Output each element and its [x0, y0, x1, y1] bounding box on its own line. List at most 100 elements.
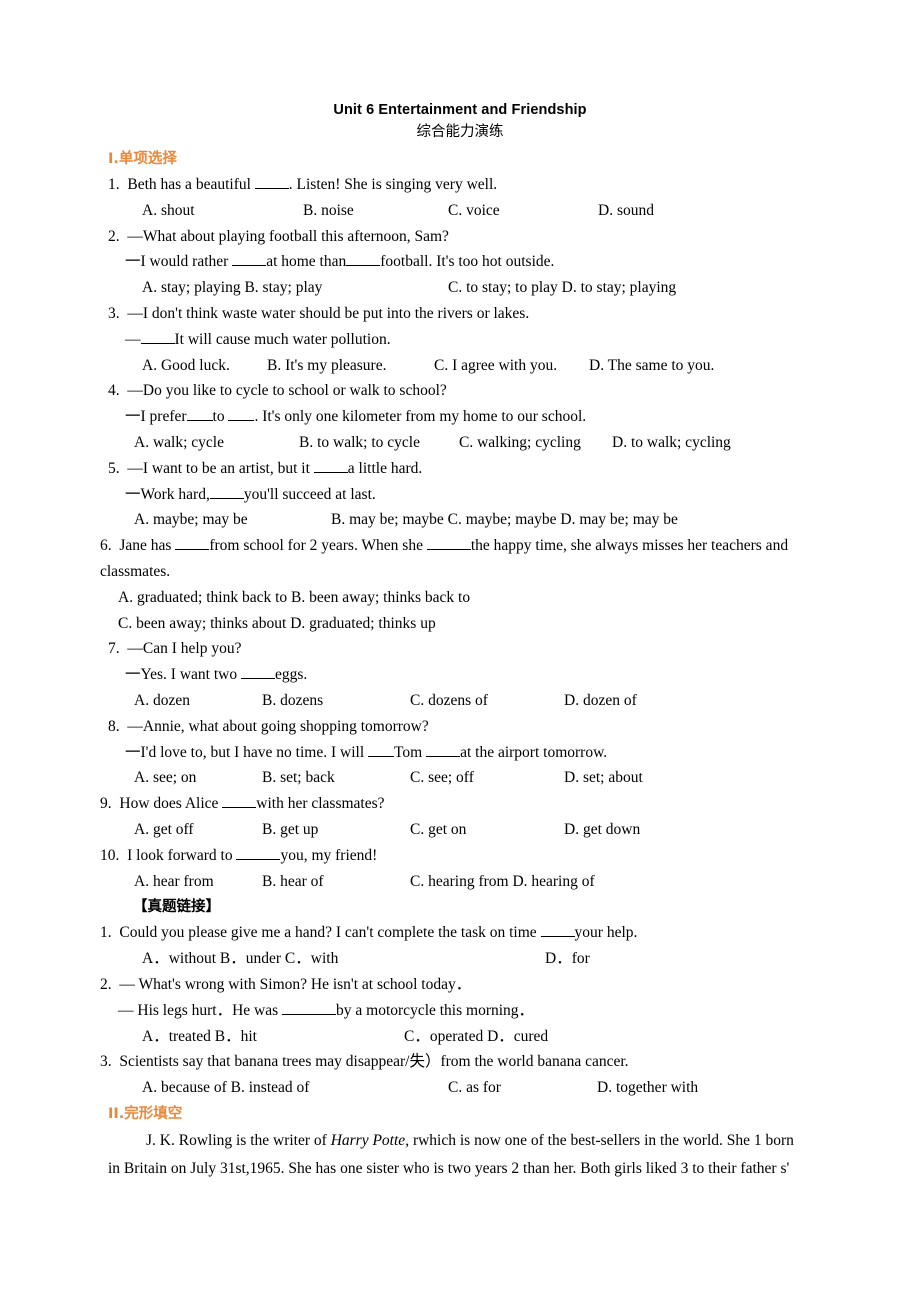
- question-2-reply-c: football. It's too hot outside.: [380, 253, 555, 271]
- answer-blank[interactable]: [240, 665, 275, 680]
- option-b[interactable]: B. get up: [262, 817, 410, 843]
- option-c[interactable]: C. dozens of: [410, 688, 564, 714]
- question-6-number: 6.: [100, 537, 112, 555]
- answer-blank[interactable]: [140, 330, 175, 344]
- cloze-paragraph: J. K. Rowling is the writer of Harry Pot…: [0, 1127, 920, 1183]
- page-title: Unit 6 Entertainment and Friendship: [333, 102, 587, 118]
- option-c[interactable]: C. voice: [448, 198, 598, 224]
- answer-blank[interactable]: [282, 1001, 337, 1015]
- question-4-options: A. walk; cycle B. to walk; to cycle C. wal…: [0, 430, 920, 456]
- option-d[interactable]: D. The same to you.: [589, 357, 714, 374]
- option-ab[interactable]: A. graduated; think back to B. been away…: [118, 589, 470, 606]
- answer-blank[interactable]: [426, 536, 471, 551]
- question-8-reply-c: at the airport tomorrow.: [460, 743, 608, 761]
- answer-blank[interactable]: [426, 743, 461, 757]
- answer-blank[interactable]: [186, 407, 213, 422]
- option-d[interactable]: D. get down: [564, 821, 640, 838]
- exam-q1-text-a: Could you please give me a hand? I can't…: [119, 924, 541, 942]
- answer-blank[interactable]: [175, 536, 210, 551]
- question-2-text: —What about playing football this aftern…: [127, 227, 449, 245]
- question-1-options: A. shout B. noise C. voice D. sound: [0, 198, 920, 224]
- option-a[interactable]: A. hear from: [134, 869, 262, 895]
- question-1-text-a: Beth has a beautiful: [127, 176, 255, 193]
- option-bcd[interactable]: B. may be; maybe C. maybe; maybe D. may …: [331, 511, 678, 528]
- question-7-options: A. dozen B. dozens C. dozens of D. dozen of: [0, 688, 920, 714]
- option-b[interactable]: B. hear of: [262, 869, 410, 895]
- question-3-options: A. Good luck. B. It's my pleasure. C. I ag…: [0, 353, 920, 379]
- question-6-stem: 6. Jane has from school for 2 years. Whe…: [0, 533, 920, 585]
- exam-q2-reply-a: — His legs hurt．He was: [118, 1001, 283, 1019]
- option-c[interactable]: C. as for: [448, 1075, 597, 1101]
- option-b[interactable]: B. noise: [303, 198, 448, 224]
- answer-blank[interactable]: [209, 485, 244, 499]
- question-10-stem: 10. I look forward to you, my friend!: [0, 843, 920, 869]
- option-d[interactable]: D. set; about: [564, 769, 643, 786]
- question-1-stem: 1. Beth has a beautiful . Listen! She is…: [0, 172, 920, 198]
- option-b[interactable]: B. It's my pleasure.: [267, 353, 434, 379]
- answer-blank[interactable]: [228, 407, 255, 422]
- exam-q2-number: 2.: [100, 975, 112, 993]
- option-a[interactable]: A. walk; cycle: [134, 430, 299, 456]
- exam-q3-number: 3.: [100, 1053, 112, 1071]
- answer-blank[interactable]: [540, 923, 575, 938]
- question-3-reply: — It will cause much water pollution.: [0, 327, 920, 353]
- answer-blank[interactable]: [254, 175, 289, 189]
- option-b[interactable]: B. dozens: [262, 688, 410, 714]
- option-d[interactable]: D. to walk; cycling: [612, 434, 731, 451]
- answer-blank[interactable]: [236, 846, 281, 860]
- option-b[interactable]: B. set; back: [262, 765, 410, 791]
- option-cd[interactable]: C. been away; thinks about D. graduated;…: [118, 615, 436, 632]
- question-2-reply-b: at home than: [266, 253, 347, 271]
- answer-blank[interactable]: [368, 743, 394, 757]
- option-c[interactable]: C. get on: [410, 817, 564, 843]
- question-5-reply-a: 一Work hard,: [125, 485, 210, 503]
- document-content: Unit 6 Entertainment and Friendship 综合能力…: [0, 0, 920, 1183]
- question-2-reply-a: 一I would rather: [125, 253, 233, 271]
- option-cd[interactable]: C. to stay; to play D. to stay; playing: [448, 279, 676, 296]
- question-5-text-a: —I want to be an artist, but it: [127, 459, 314, 477]
- question-2-reply: 一I would rather at home than football. It…: [0, 249, 920, 275]
- option-ab[interactable]: A．treated B．hit: [142, 1024, 404, 1050]
- option-cd[interactable]: C．operated D．cured: [404, 1028, 548, 1045]
- answer-blank[interactable]: [346, 252, 381, 267]
- answer-blank[interactable]: [232, 252, 267, 267]
- question-4-reply: 一I prefer to . It's only one kilometer fr…: [0, 404, 920, 430]
- option-c[interactable]: C. see; off: [410, 765, 564, 791]
- question-4-reply-c: . It's only one kilometer from my home t…: [254, 408, 587, 426]
- exam-q2-stem: 2. — What's wrong with Simon? He isn't a…: [0, 972, 920, 998]
- question-8-reply-a: 一I'd love to, but I have no time. I will: [125, 743, 368, 761]
- question-8-options: A. see; on B. set; back C. see; off D. set;…: [0, 765, 920, 791]
- section-heading-1: I.单项选择: [108, 151, 177, 167]
- option-a[interactable]: A. shout: [142, 198, 303, 224]
- section-heading-2: II.完形填空: [108, 1105, 183, 1122]
- question-1-number: 1.: [108, 176, 120, 193]
- exam-q3-stem: 3. Scientists say that banana trees may …: [0, 1049, 920, 1075]
- option-d[interactable]: D. dozen of: [564, 692, 637, 709]
- option-abc[interactable]: A．without B．under C．with: [142, 946, 545, 972]
- option-ab[interactable]: A. stay; playing B. stay; play: [142, 275, 448, 301]
- option-c[interactable]: C. I agree with you.: [434, 353, 589, 379]
- question-3-reply-a: —: [125, 330, 141, 348]
- question-2-stem: 2. —What about playing football this aft…: [0, 224, 920, 250]
- option-d[interactable]: D．for: [545, 950, 590, 967]
- option-ab[interactable]: A. because of B. instead of: [142, 1075, 448, 1101]
- option-a[interactable]: A. maybe; may be: [134, 507, 331, 533]
- exam-q3-text: Scientists say that banana trees may dis…: [119, 1053, 629, 1071]
- option-c[interactable]: C. walking; cycling: [459, 430, 612, 456]
- question-7-text: —Can I help you?: [127, 640, 242, 658]
- option-cd[interactable]: C. hearing from D. hearing of: [410, 873, 595, 890]
- exam-q2-reply-b: by a motorcycle this morning．: [336, 1001, 535, 1019]
- question-9-options: A. get off B. get up C. get on D. get down: [0, 817, 920, 843]
- question-5-reply: 一Work hard, you'll succeed at last.: [0, 482, 920, 508]
- option-a[interactable]: A. dozen: [134, 688, 262, 714]
- question-10-text-b: you, my friend!: [280, 846, 378, 864]
- answer-blank[interactable]: [313, 459, 348, 473]
- option-a[interactable]: A. get off: [134, 817, 262, 843]
- option-a[interactable]: A. see; on: [134, 765, 262, 791]
- question-8-reply: 一I'd love to, but I have no time. I will…: [0, 740, 920, 766]
- option-a[interactable]: A. Good luck.: [142, 353, 267, 379]
- option-d[interactable]: D. sound: [598, 202, 654, 219]
- answer-blank[interactable]: [222, 794, 257, 809]
- option-b[interactable]: B. to walk; to cycle: [299, 430, 459, 456]
- option-d[interactable]: D. together with: [597, 1079, 698, 1096]
